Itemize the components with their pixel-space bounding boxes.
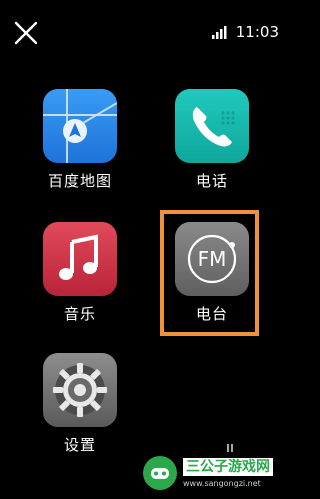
close-button[interactable] <box>12 19 40 47</box>
music-note-icon <box>43 222 117 296</box>
app-label: 设置 <box>63 436 96 454</box>
watermark-title: 三公子游戏网 <box>183 457 273 476</box>
app-settings[interactable]: 设置 <box>35 353 125 454</box>
status-bar: 11:03 <box>0 0 299 62</box>
watermark-logo-icon <box>143 456 177 490</box>
watermark-text: 三公子游戏网 www.sangongzi.net <box>183 457 273 489</box>
fm-radio-icon: FM <box>175 222 249 296</box>
gear-icon <box>43 353 117 427</box>
clock: 11:03 <box>235 23 279 41</box>
app-label: 电话 <box>195 172 228 190</box>
watermark-url: www.sangongzi.net <box>183 478 261 488</box>
app-phone[interactable]: 电话 <box>167 89 257 190</box>
app-baidu-map[interactable]: 百度地图 <box>35 89 125 190</box>
map-icon <box>43 89 117 163</box>
pause-indicator <box>227 444 233 452</box>
app-radio[interactable]: FM 电台 <box>167 222 257 323</box>
fm-icon-text: FM <box>198 247 227 271</box>
app-label: 百度地图 <box>47 172 112 190</box>
app-music[interactable]: 音乐 <box>35 222 125 323</box>
status-right: 11:03 <box>211 22 279 42</box>
signal-icon <box>211 25 230 39</box>
app-label: 电台 <box>195 305 228 323</box>
phone-icon <box>175 89 249 163</box>
watermark: 三公子游戏网 www.sangongzi.net <box>143 453 293 493</box>
app-label: 音乐 <box>63 305 96 323</box>
close-icon <box>14 21 38 45</box>
